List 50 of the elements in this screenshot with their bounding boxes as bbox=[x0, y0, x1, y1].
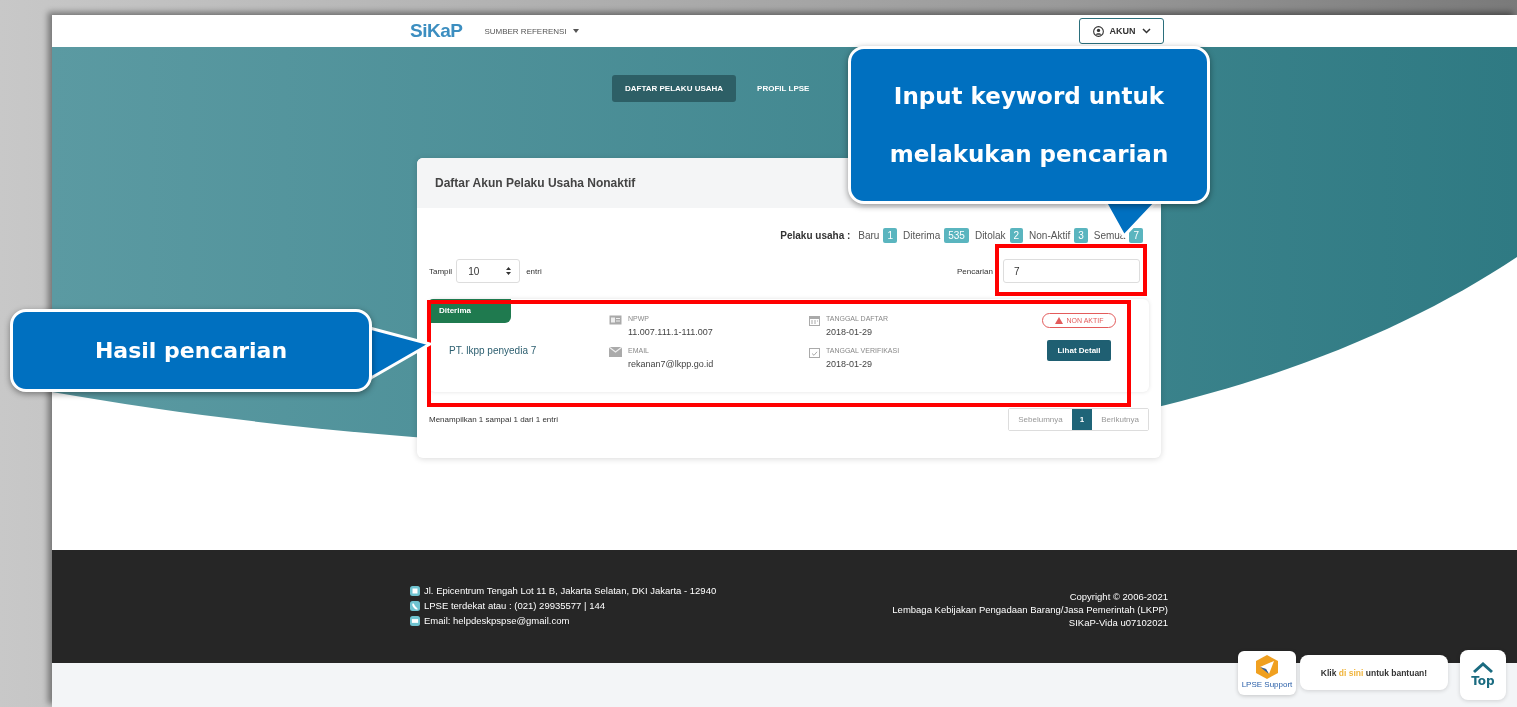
envelope-icon bbox=[609, 347, 622, 357]
date-value: 2018-01-29 bbox=[826, 327, 874, 337]
site-logo[interactable]: SiKaP bbox=[410, 20, 463, 42]
count-badge: 7 bbox=[1129, 228, 1143, 243]
count-label: Ditolak bbox=[974, 230, 1006, 241]
npwp-value: 11.007.111.1-111.007 bbox=[628, 327, 713, 337]
count-badge: 2 bbox=[1009, 228, 1024, 243]
email-value: rekanan7@lkpp.go.id bbox=[628, 359, 714, 369]
user-icon bbox=[1092, 25, 1104, 37]
page-button[interactable]: 1 bbox=[1071, 409, 1093, 430]
back-to-top-button[interactable]: Top bbox=[1460, 650, 1506, 700]
count-label: Baru bbox=[858, 230, 880, 241]
count-label: Diterima bbox=[903, 230, 941, 241]
count-label: Non-Aktif bbox=[1029, 230, 1071, 241]
calendar-check-icon bbox=[809, 347, 820, 358]
copyright-line: Copyright © 2006-2021 bbox=[1069, 591, 1168, 602]
detail-button[interactable]: Lihat Detail bbox=[1047, 340, 1111, 361]
copyright-line: SIKaP-Vida u07102021 bbox=[1068, 617, 1168, 628]
entries-info: Menampilkan 1 sampai 1 dari 1 entri bbox=[429, 415, 558, 424]
page-size-select[interactable]: 10 bbox=[456, 259, 521, 283]
nav-tab[interactable]: PROFIL LPSE bbox=[744, 75, 823, 102]
caret-icon bbox=[572, 29, 579, 33]
company-name: PT. lkpp penyedia 7 bbox=[448, 344, 538, 356]
id-card-icon bbox=[609, 315, 622, 325]
count-badge: 1 bbox=[883, 228, 897, 243]
chevron-up-icon bbox=[1472, 662, 1494, 674]
count-badge: 535 bbox=[944, 228, 969, 243]
contact-text: Email: helpdeskpspse@gmail.com bbox=[424, 615, 570, 626]
card-title: Daftar Akun Pelaku Usaha Nonaktif bbox=[435, 176, 636, 190]
reference-menu[interactable]: SUMBER REFERENSI bbox=[484, 26, 579, 36]
copyright-line: Lembaga Kebijakan Pengadaan Barang/Jasa Pemerintah (LKPP) bbox=[892, 604, 1168, 615]
calendar-icon bbox=[809, 315, 820, 326]
search-label: Pencarian bbox=[956, 266, 993, 276]
chevron-down-icon bbox=[1141, 28, 1151, 34]
nav-tab[interactable]: DAFTAR PELAKU USAHA bbox=[612, 75, 737, 102]
page-size-suffix: entri bbox=[526, 266, 542, 276]
contact-text: LPSE terdekat atau : (021) 29935577 | 144 bbox=[424, 600, 605, 611]
sort-arrows-icon bbox=[506, 267, 512, 275]
page-size-label: Tampil bbox=[429, 266, 453, 276]
callout-box: Input keyword untuk melakukan pencarian bbox=[848, 46, 1210, 204]
phone-icon bbox=[410, 600, 420, 611]
summary-label: Pelaku usaha : bbox=[780, 230, 851, 241]
date-value: 2018-01-29 bbox=[826, 359, 874, 369]
paper-plane-icon bbox=[1254, 654, 1280, 680]
help-message: Klik di sini untuk bantuan! bbox=[1320, 667, 1428, 678]
contact-text: Jl. Epicentrum Tengah Lot 11 B, Jakarta Selatan, DKI Jakarta - 12940 bbox=[424, 585, 717, 596]
count-badge: 3 bbox=[1074, 228, 1088, 243]
search-field[interactable]: 7 bbox=[1003, 259, 1140, 283]
support-widget[interactable]: LPSE Support bbox=[1238, 651, 1296, 695]
account-button[interactable]: AKUN bbox=[1079, 18, 1164, 44]
